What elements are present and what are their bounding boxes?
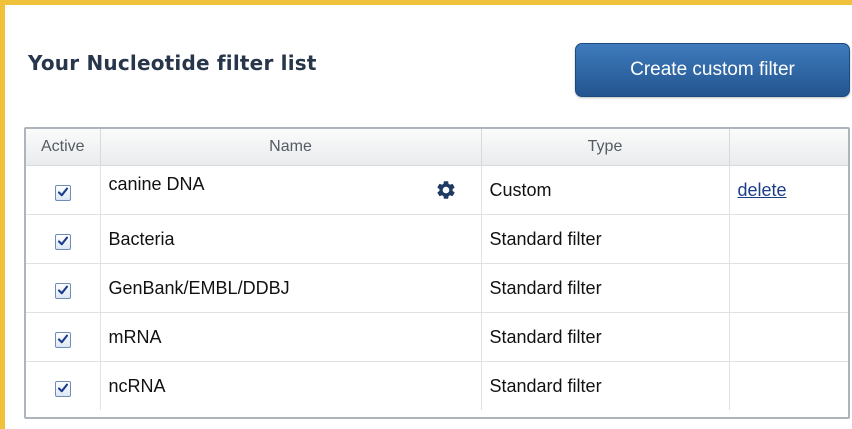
column-header-name: Name (100, 129, 482, 166)
active-cell (26, 165, 101, 215)
table-row: ncRNA Standard filter (26, 361, 848, 411)
create-custom-filter-button[interactable]: Create custom filter (575, 43, 850, 97)
active-cell (26, 312, 101, 362)
action-cell (729, 362, 848, 411)
table-row: GenBank/EMBL/DDBJ Standard filter (26, 263, 848, 313)
active-checkbox[interactable] (54, 282, 71, 299)
filter-type: Custom (489, 179, 552, 200)
table-row: Bacteria Standard filter (26, 214, 848, 264)
filter-list-panel: Your Nucleotide filter list Create custo… (0, 0, 852, 429)
column-header-action (729, 129, 848, 166)
table-header-row: Active Name Type (26, 129, 848, 166)
action-cell (729, 312, 848, 362)
active-cell (26, 263, 101, 313)
filter-type: Standard filter (489, 277, 602, 298)
active-cell (26, 214, 101, 264)
filter-table: Active Name Type canine DNA Custom delet… (26, 129, 848, 411)
active-cell (26, 361, 101, 410)
active-checkbox[interactable] (54, 184, 71, 201)
filter-name: Bacteria (108, 228, 175, 249)
page-title: Your Nucleotide filter list (28, 51, 317, 75)
table-row: canine DNA Custom delete (26, 165, 848, 215)
filter-name: ncRNA (108, 375, 166, 396)
column-header-active: Active (26, 129, 101, 166)
name-cell: GenBank/EMBL/DDBJ (100, 263, 482, 313)
type-cell: Standard filter (481, 312, 730, 362)
active-checkbox[interactable] (54, 233, 71, 250)
table-row: mRNA Standard filter (26, 312, 848, 362)
type-cell: Standard filter (481, 361, 730, 410)
type-cell: Standard filter (481, 263, 730, 313)
filter-name: GenBank/EMBL/DDBJ (108, 277, 290, 298)
type-cell: Custom (481, 165, 730, 215)
gear-icon[interactable] (435, 179, 457, 201)
filter-name: canine DNA (108, 173, 205, 194)
active-checkbox[interactable] (54, 380, 71, 397)
action-cell (729, 214, 848, 264)
filter-table-container: Active Name Type canine DNA Custom delet… (24, 127, 850, 419)
active-checkbox[interactable] (54, 331, 71, 348)
filter-type: Standard filter (489, 326, 602, 347)
name-cell: canine DNA (100, 165, 482, 215)
name-cell: Bacteria (100, 214, 482, 264)
action-cell (729, 263, 848, 313)
action-cell: delete (729, 165, 848, 215)
checkmark-icon (57, 187, 68, 196)
filter-type: Standard filter (489, 228, 602, 249)
checkmark-icon (57, 285, 68, 294)
name-cell: ncRNA (100, 361, 482, 410)
delete-link[interactable]: delete (738, 180, 787, 200)
column-header-type: Type (481, 129, 730, 166)
filter-type: Standard filter (489, 375, 602, 396)
filter-name: mRNA (108, 326, 162, 347)
name-cell: mRNA (100, 312, 482, 362)
checkmark-icon (57, 236, 68, 245)
type-cell: Standard filter (481, 214, 730, 264)
checkmark-icon (57, 334, 68, 343)
checkmark-icon (57, 383, 68, 392)
